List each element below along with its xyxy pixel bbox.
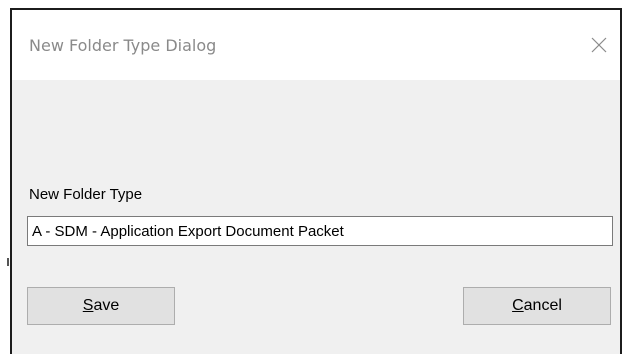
save-button[interactable]: Save	[27, 287, 175, 325]
cancel-button[interactable]: Cancel	[463, 287, 611, 325]
save-accelerator-key: S	[82, 297, 94, 314]
new-folder-type-input[interactable]	[27, 216, 613, 246]
close-icon	[591, 37, 607, 53]
close-button[interactable]	[584, 30, 614, 60]
cancel-label-rest: ancel	[523, 297, 562, 314]
new-folder-type-dialog: New Folder Type Dialog New Folder Type S…	[10, 8, 622, 354]
title-bar: New Folder Type Dialog	[12, 10, 620, 80]
new-folder-type-label: New Folder Type	[29, 186, 143, 203]
cancel-accelerator-key: C	[512, 297, 524, 314]
dialog-title: New Folder Type Dialog	[29, 36, 217, 55]
window-edge-mark	[7, 258, 9, 266]
save-label-rest: ave	[93, 297, 120, 314]
